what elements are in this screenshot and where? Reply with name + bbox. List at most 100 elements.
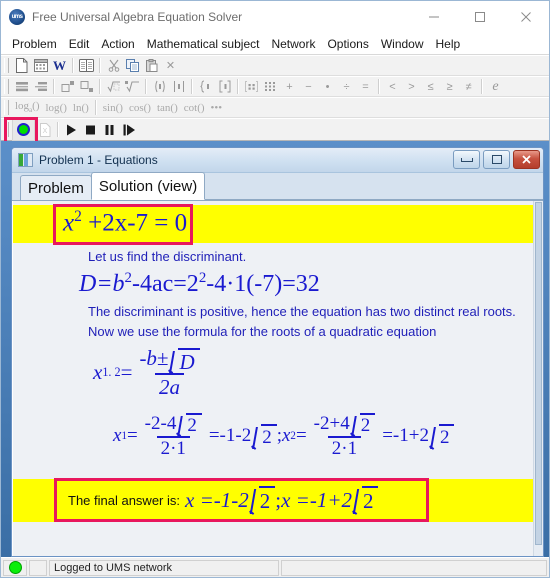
root2-result-pre: =-1+2 — [382, 425, 429, 447]
root1-result-root: 2 — [261, 423, 277, 449]
excel-export-icon[interactable]: X — [35, 120, 54, 139]
square-root-icon: 2 — [350, 413, 376, 436]
toolbar-grip[interactable] — [4, 100, 9, 115]
new-document-icon[interactable] — [12, 56, 31, 75]
fraction-icon[interactable] — [12, 77, 31, 96]
matrix-2x2-icon[interactable] — [242, 77, 261, 96]
sin-button[interactable]: sin() — [100, 102, 126, 114]
operator-multiply[interactable]: • — [318, 77, 337, 96]
toolbar-grip[interactable] — [4, 79, 9, 94]
toolbar-separator — [99, 79, 101, 94]
cos-label: cos — [128, 101, 144, 114]
operator-equals[interactable]: = — [356, 77, 375, 96]
formula-intro-text: Now we use the formula for the roots of … — [88, 324, 437, 339]
menu-item-options[interactable]: Options — [321, 35, 374, 53]
formula-numerator-root: D — [178, 347, 200, 373]
status-bar: Logged to UMS network — [1, 557, 549, 577]
copy-icon[interactable] — [123, 56, 142, 75]
quadratic-formula: x 1. 2 = -b± D 2a — [93, 347, 207, 399]
step-button[interactable] — [119, 120, 138, 139]
menu-item-network[interactable]: Network — [265, 35, 321, 53]
delete-icon[interactable]: ✕ — [161, 56, 180, 75]
cot-button[interactable]: cot() — [181, 102, 208, 114]
green-status-circle-button[interactable] — [12, 118, 35, 141]
more-functions-button[interactable]: ••• — [208, 102, 226, 114]
bracket-icon[interactable] — [215, 77, 234, 96]
word-export-icon[interactable]: W — [50, 56, 69, 75]
status-cell-right — [281, 559, 547, 576]
tab-solution-view[interactable]: Solution (view) — [90, 172, 206, 200]
final-answer-label: The final answer is: — [68, 492, 180, 508]
solution-vertical-scrollbar[interactable] — [533, 201, 543, 556]
paste-icon[interactable] — [142, 56, 161, 75]
minimize-button[interactable] — [411, 1, 457, 32]
matrix-3x3-icon[interactable] — [261, 77, 280, 96]
svg-text:X: X — [42, 128, 47, 135]
relation-greater-than[interactable]: > — [402, 77, 421, 96]
log-button[interactable]: log() — [43, 102, 70, 114]
root1-fraction: -2-4 2 2·1 — [141, 413, 206, 460]
toolbar-grip[interactable] — [4, 58, 9, 73]
menu-item-window[interactable]: Window — [375, 35, 430, 53]
title-bar: ums Free Universal Algebra Equation Solv… — [1, 1, 549, 33]
operator-minus[interactable]: − — [299, 77, 318, 96]
final-answer-b-root: 2 — [361, 486, 379, 514]
abs-bars-icon[interactable] — [169, 77, 188, 96]
child-window-title-bar[interactable]: Problem 1 - Equations — [12, 148, 543, 173]
green-status-circle-icon — [17, 123, 30, 136]
child-minimize-button[interactable] — [453, 150, 480, 169]
final-answer-b-pre: x =-1+2 — [281, 487, 352, 512]
fraction-stacked-icon[interactable] — [31, 77, 50, 96]
constant-e-button[interactable]: e — [486, 77, 505, 96]
play-button[interactable] — [62, 120, 81, 139]
relation-not-equal[interactable]: ≠ — [459, 77, 478, 96]
root2-numerator-root: 2 — [359, 413, 376, 436]
child-restore-button[interactable] — [483, 150, 510, 169]
close-button[interactable] — [503, 1, 549, 32]
tan-button[interactable]: tan() — [154, 102, 181, 114]
relation-less-than[interactable]: < — [383, 77, 402, 96]
tab-problem[interactable]: Problem — [20, 175, 92, 200]
parentheses-icon[interactable] — [150, 77, 169, 96]
relation-greater-or-equal[interactable]: ≥ — [440, 77, 459, 96]
relation-less-or-equal[interactable]: ≤ — [421, 77, 440, 96]
menu-item-mathematical-subject[interactable]: Mathematical subject — [141, 35, 266, 53]
scrollbar-thumb[interactable] — [535, 202, 542, 545]
operator-plus[interactable]: + — [280, 77, 299, 96]
toolbar-separator — [57, 122, 59, 137]
menu-item-action[interactable]: Action — [95, 35, 140, 53]
menu-item-problem[interactable]: Problem — [6, 35, 63, 53]
book-icon[interactable] — [77, 56, 96, 75]
menu-item-edit[interactable]: Edit — [63, 35, 96, 53]
toolbar-grip[interactable] — [4, 122, 9, 137]
root1-var: x — [113, 425, 122, 447]
brace-icon[interactable] — [196, 77, 215, 96]
stop-button[interactable] — [81, 120, 100, 139]
input-equation-highlight-annotation — [53, 204, 193, 245]
formula-numerator: -b± D — [135, 347, 203, 373]
log-base-a-button[interactable]: loga() — [12, 100, 43, 114]
square-root-icon: 2 — [251, 423, 277, 449]
cos-button[interactable]: cos() — [126, 102, 154, 114]
child-close-button[interactable] — [513, 150, 540, 169]
cut-icon[interactable] — [104, 56, 123, 75]
root2-result-root: 2 — [438, 423, 455, 449]
maximize-button[interactable] — [457, 1, 503, 32]
file-toolbar: W ✕ — [1, 55, 549, 76]
math-structures-toolbar: + − • ÷ = < > ≤ ≥ ≠ e — [1, 76, 549, 97]
square-root-icon: 2 — [176, 413, 202, 436]
ln-button[interactable]: ln() — [70, 102, 92, 114]
final-answer-a-pre: x =-1-2 — [185, 487, 249, 512]
pause-button[interactable] — [100, 120, 119, 139]
operator-divide[interactable]: ÷ — [337, 77, 356, 96]
square-root-icon[interactable] — [104, 77, 123, 96]
root1-numerator-root: 2 — [186, 413, 202, 436]
new-table-icon[interactable] — [31, 56, 50, 75]
superscript-icon[interactable] — [58, 77, 77, 96]
formula-numerator-pre: -b± — [139, 346, 169, 370]
root1-numerator: -2-4 2 — [141, 413, 206, 436]
child-window-problem-1: Problem 1 - Equations Problem Solution (… — [11, 147, 544, 557]
menu-item-help[interactable]: Help — [430, 35, 467, 53]
subscript-icon[interactable] — [77, 77, 96, 96]
nth-root-icon[interactable] — [123, 77, 142, 96]
